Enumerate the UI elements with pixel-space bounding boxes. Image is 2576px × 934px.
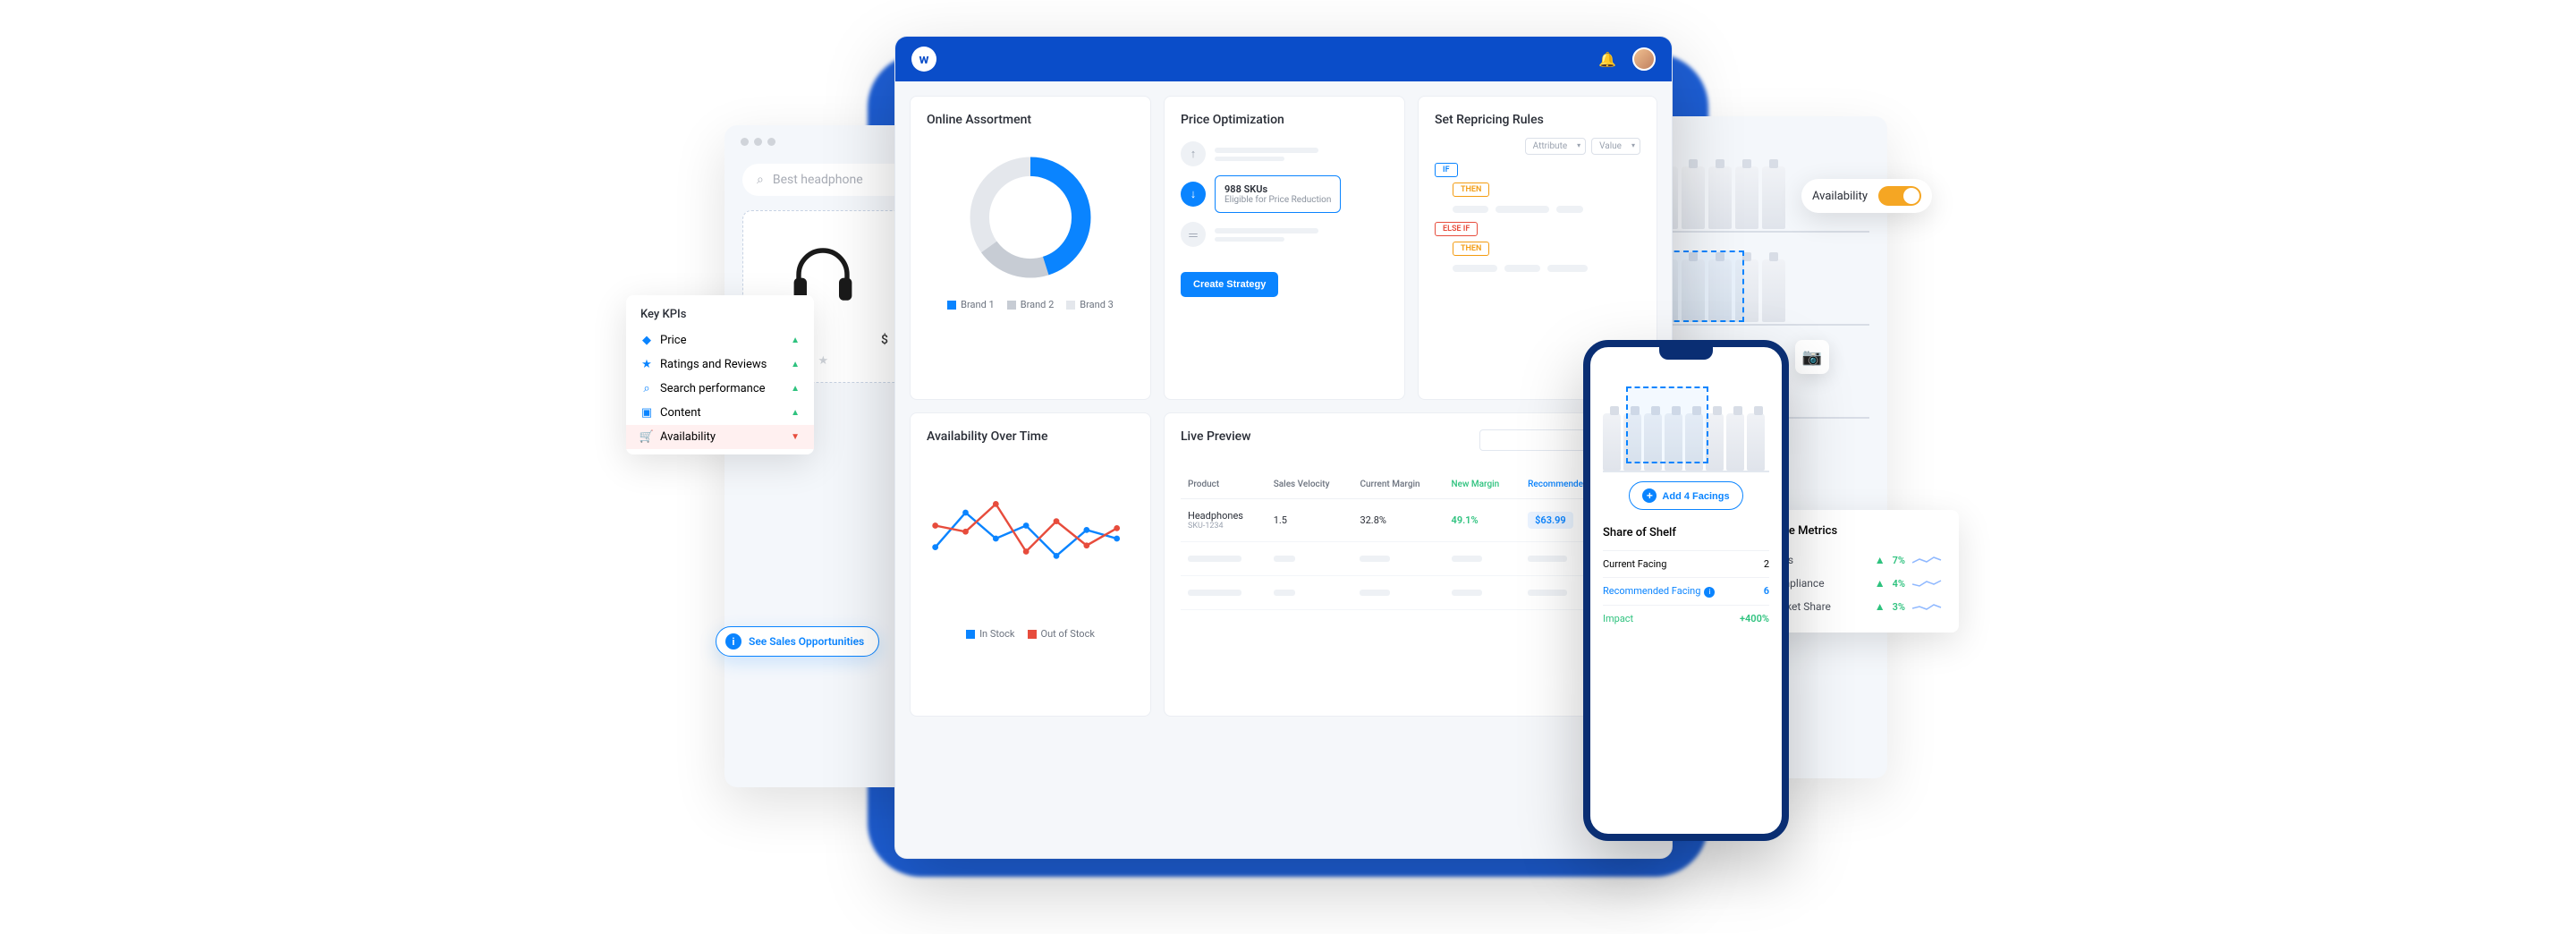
tag-icon: ◆ [640,335,653,347]
impact-row: Impact +400% [1603,605,1769,632]
card-title: Price Optimization [1181,113,1388,127]
trend-up-icon: ▲ [1875,554,1885,566]
table-row[interactable] [1181,576,1640,610]
metric-row-marketshare: Market Share ▲ 3% [1767,595,1945,618]
search-placeholder: Best headphone [773,173,863,187]
then-tag: THEN [1453,183,1489,197]
trend-up-icon: ▲ [1875,600,1885,613]
toggle-switch[interactable] [1878,186,1921,206]
sparkline [1912,577,1945,590]
metric-row-compliance: Compliance ▲ 4% [1767,572,1945,595]
info-icon: i [725,633,741,650]
live-preview-table: Product Sales Velocity Current Margin Ne… [1181,471,1640,610]
store-metrics-title: Store Metrics [1767,524,1945,538]
trend-up-icon: ▲ [791,408,800,418]
table-row[interactable] [1181,542,1640,576]
metric-row-sales: Sales ▲ 7% [1767,548,1945,572]
sales-opportunities-button[interactable]: i See Sales Opportunities [716,626,879,657]
search-icon: ⌕ [757,173,764,187]
sparkline [1912,600,1945,613]
price-optimization-card: Price Optimization ↑ ↓ 988 SKUs Eligible… [1164,96,1405,400]
info-icon[interactable]: i [1704,587,1715,598]
trend-up-icon: ▲ [791,335,800,345]
line-chart [927,458,1134,619]
search-icon: ⌕ [640,383,653,395]
availability-chart-card: Availability Over Time In Stock Out of S… [910,412,1151,717]
trend-up-icon: ▲ [1875,577,1885,590]
equals-icon: ＝ [1181,222,1206,247]
recommended-facing-row: Recommended Facingi 6 [1603,577,1769,605]
current-facing-row: Current Facing 2 [1603,550,1769,577]
chart-legend: In Stock Out of Stock [927,628,1134,640]
bell-icon[interactable]: 🔔 [1598,51,1616,68]
availability-toggle[interactable]: Availability [1801,179,1932,213]
create-strategy-button[interactable]: Create Strategy [1181,272,1278,297]
donut-chart [963,150,1097,284]
plus-icon: + [1642,488,1657,503]
chart-legend: Brand 1 Brand 2 Brand 3 [927,299,1134,310]
elseif-tag: ELSE IF [1435,222,1478,236]
share-of-shelf-title: Share of Shelf [1603,526,1769,539]
kpi-row-ratings[interactable]: ★ Ratings and Reviews ▲ [626,352,814,377]
dashboard-window: w 🔔 Online Assortment Brand 1 Brand 2 [894,36,1673,859]
kpi-row-search[interactable]: ⌕ Search performance ▲ [626,377,814,401]
dashboard-header: w 🔔 [895,37,1672,81]
kpi-row-price[interactable]: ◆ Price ▲ [626,328,814,352]
card-title: Online Assortment [927,113,1134,127]
attribute-select[interactable]: Attribute [1525,138,1587,155]
sku-callout[interactable]: 988 SKUs Eligible for Price Reduction [1215,175,1341,213]
trend-down-icon: ▼ [791,432,800,442]
assortment-card: Online Assortment Brand 1 Brand 2 Brand … [910,96,1151,400]
phone-shelf [1603,374,1769,472]
trend-up-icon: ▲ [791,360,800,369]
camera-icon: 📷 [1802,348,1822,367]
star-icon: ★ [640,359,653,371]
arrow-down-icon: ↓ [1181,182,1206,207]
sparkline [1912,554,1945,566]
arrow-up-icon: ↑ [1181,141,1206,166]
add-facings-button[interactable]: +Add 4 Facings [1629,481,1742,510]
if-tag: IF [1435,163,1458,177]
image-icon: ▣ [640,407,653,420]
camera-button[interactable]: 📷 [1795,340,1829,374]
cart-icon: 🛒 [640,431,653,444]
table-row[interactable]: HeadphonesSKU-1234 1.5 32.8% 49.1% $63.9… [1181,499,1640,542]
phone-facing-selection[interactable] [1626,386,1708,463]
kpi-row-content[interactable]: ▣ Content ▲ [626,401,814,425]
app-logo[interactable]: w [911,47,936,72]
price: $ [881,333,888,347]
kpi-title: Key KPIs [626,308,814,328]
avatar[interactable] [1632,47,1656,71]
kpi-row-availability[interactable]: 🛒 Availability ▼ [626,425,814,449]
value-select[interactable]: Value [1591,138,1640,155]
card-title: Availability Over Time [927,429,1134,444]
kpi-panel: Key KPIs ◆ Price ▲ ★ Ratings and Reviews… [626,295,814,454]
then-tag: THEN [1453,242,1489,256]
phone-mockup: +Add 4 Facings Share of Shelf Current Fa… [1583,340,1789,841]
trend-up-icon: ▲ [791,384,800,394]
card-title: Set Repricing Rules [1435,113,1640,127]
